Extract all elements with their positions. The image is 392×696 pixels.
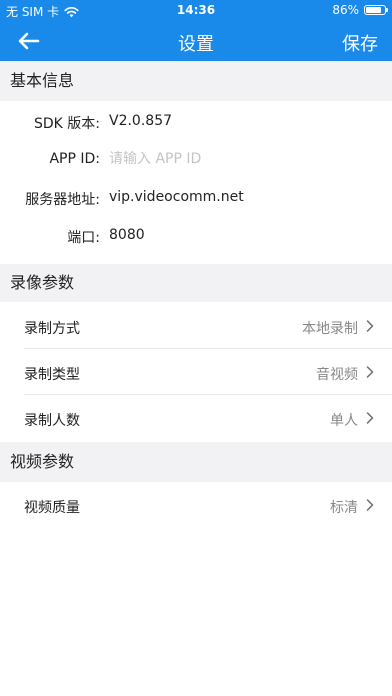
save-button[interactable]: 保存 — [342, 30, 378, 56]
record-people-value: 单人 — [330, 413, 358, 429]
video-quality-row[interactable]: 视频质量 标清 — [0, 482, 392, 528]
port-row: 端口: 8080 — [0, 216, 392, 254]
section-header-record-params: 录像参数 — [0, 264, 392, 302]
chevron-right-icon — [366, 366, 374, 378]
record-type-label: 录制类型 — [24, 367, 80, 383]
port-value[interactable]: 8080 — [109, 227, 145, 243]
port-label: 端口: — [67, 230, 100, 246]
server-address-row: 服务器地址: vip.videocomm.net — [0, 178, 392, 216]
record-type-row[interactable]: 录制类型 音视频 — [0, 349, 392, 395]
sdk-version-value: V2.0.857 — [109, 113, 173, 129]
sdk-version-label: SDK 版本: — [33, 116, 100, 132]
battery-fill — [366, 7, 382, 13]
record-mode-value: 本地录制 — [302, 321, 358, 337]
section-header-basic-info: 基本信息 — [0, 61, 392, 101]
battery-cap — [386, 8, 388, 12]
status-bar: 无 SIM 卡 14:36 86% — [0, 0, 392, 21]
app-id-label: APP ID: — [49, 151, 100, 167]
server-address-value[interactable]: vip.videocomm.net — [109, 189, 244, 205]
battery-percent: 86% — [332, 3, 359, 17]
server-address-label: 服务器地址: — [25, 192, 100, 208]
status-right: 86% — [332, 3, 388, 17]
video-quality-value: 标清 — [330, 500, 358, 516]
record-mode-label: 录制方式 — [24, 321, 80, 337]
record-people-row[interactable]: 录制人数 单人 — [0, 395, 392, 441]
app-id-row: APP ID: — [0, 140, 392, 178]
record-type-value: 音视频 — [316, 367, 358, 383]
chevron-right-icon — [366, 320, 374, 332]
record-people-label: 录制人数 — [24, 413, 80, 429]
video-quality-label: 视频质量 — [24, 500, 80, 516]
chevron-right-icon — [366, 412, 374, 424]
sdk-version-row: SDK 版本: V2.0.857 — [0, 102, 392, 140]
page-title: 设置 — [178, 34, 214, 55]
app-id-input[interactable] — [105, 146, 383, 172]
battery-icon — [364, 5, 388, 15]
chevron-right-icon — [366, 499, 374, 511]
record-mode-row[interactable]: 录制方式 本地录制 — [0, 303, 392, 349]
nav-bar: 设置 保存 — [0, 21, 392, 61]
section-header-video-params: 视频参数 — [0, 442, 392, 482]
